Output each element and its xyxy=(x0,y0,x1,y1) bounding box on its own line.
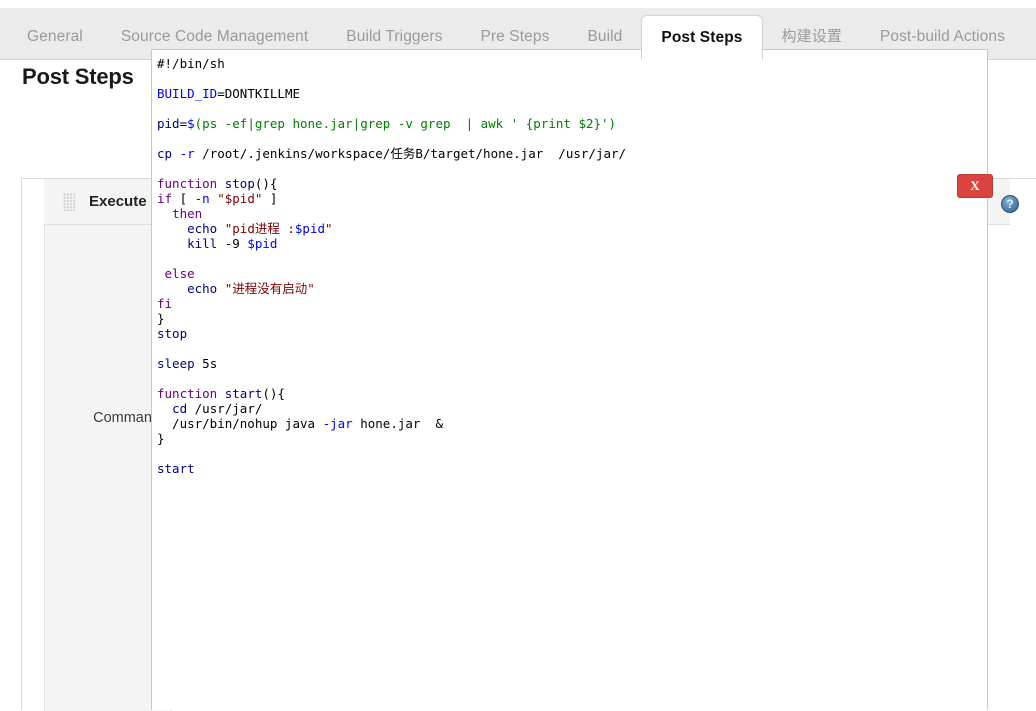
command-textarea[interactable]: #!/bin/sh BUILD_ID=DONTKILLME pid=$(ps -… xyxy=(151,49,988,710)
tab-post-steps[interactable]: Post Steps xyxy=(641,15,763,60)
page-title: Post Steps xyxy=(22,64,134,89)
tab-general[interactable]: General xyxy=(8,15,102,59)
command-code-content[interactable]: #!/bin/sh BUILD_ID=DONTKILLME pid=$(ps -… xyxy=(152,50,987,476)
command-label: Command xyxy=(93,410,160,426)
delete-step-button[interactable]: X xyxy=(957,174,993,198)
drag-grip-icon[interactable] xyxy=(63,192,76,211)
step-left-rail xyxy=(22,179,45,711)
question-circle-icon[interactable]: ? xyxy=(1001,195,1019,213)
